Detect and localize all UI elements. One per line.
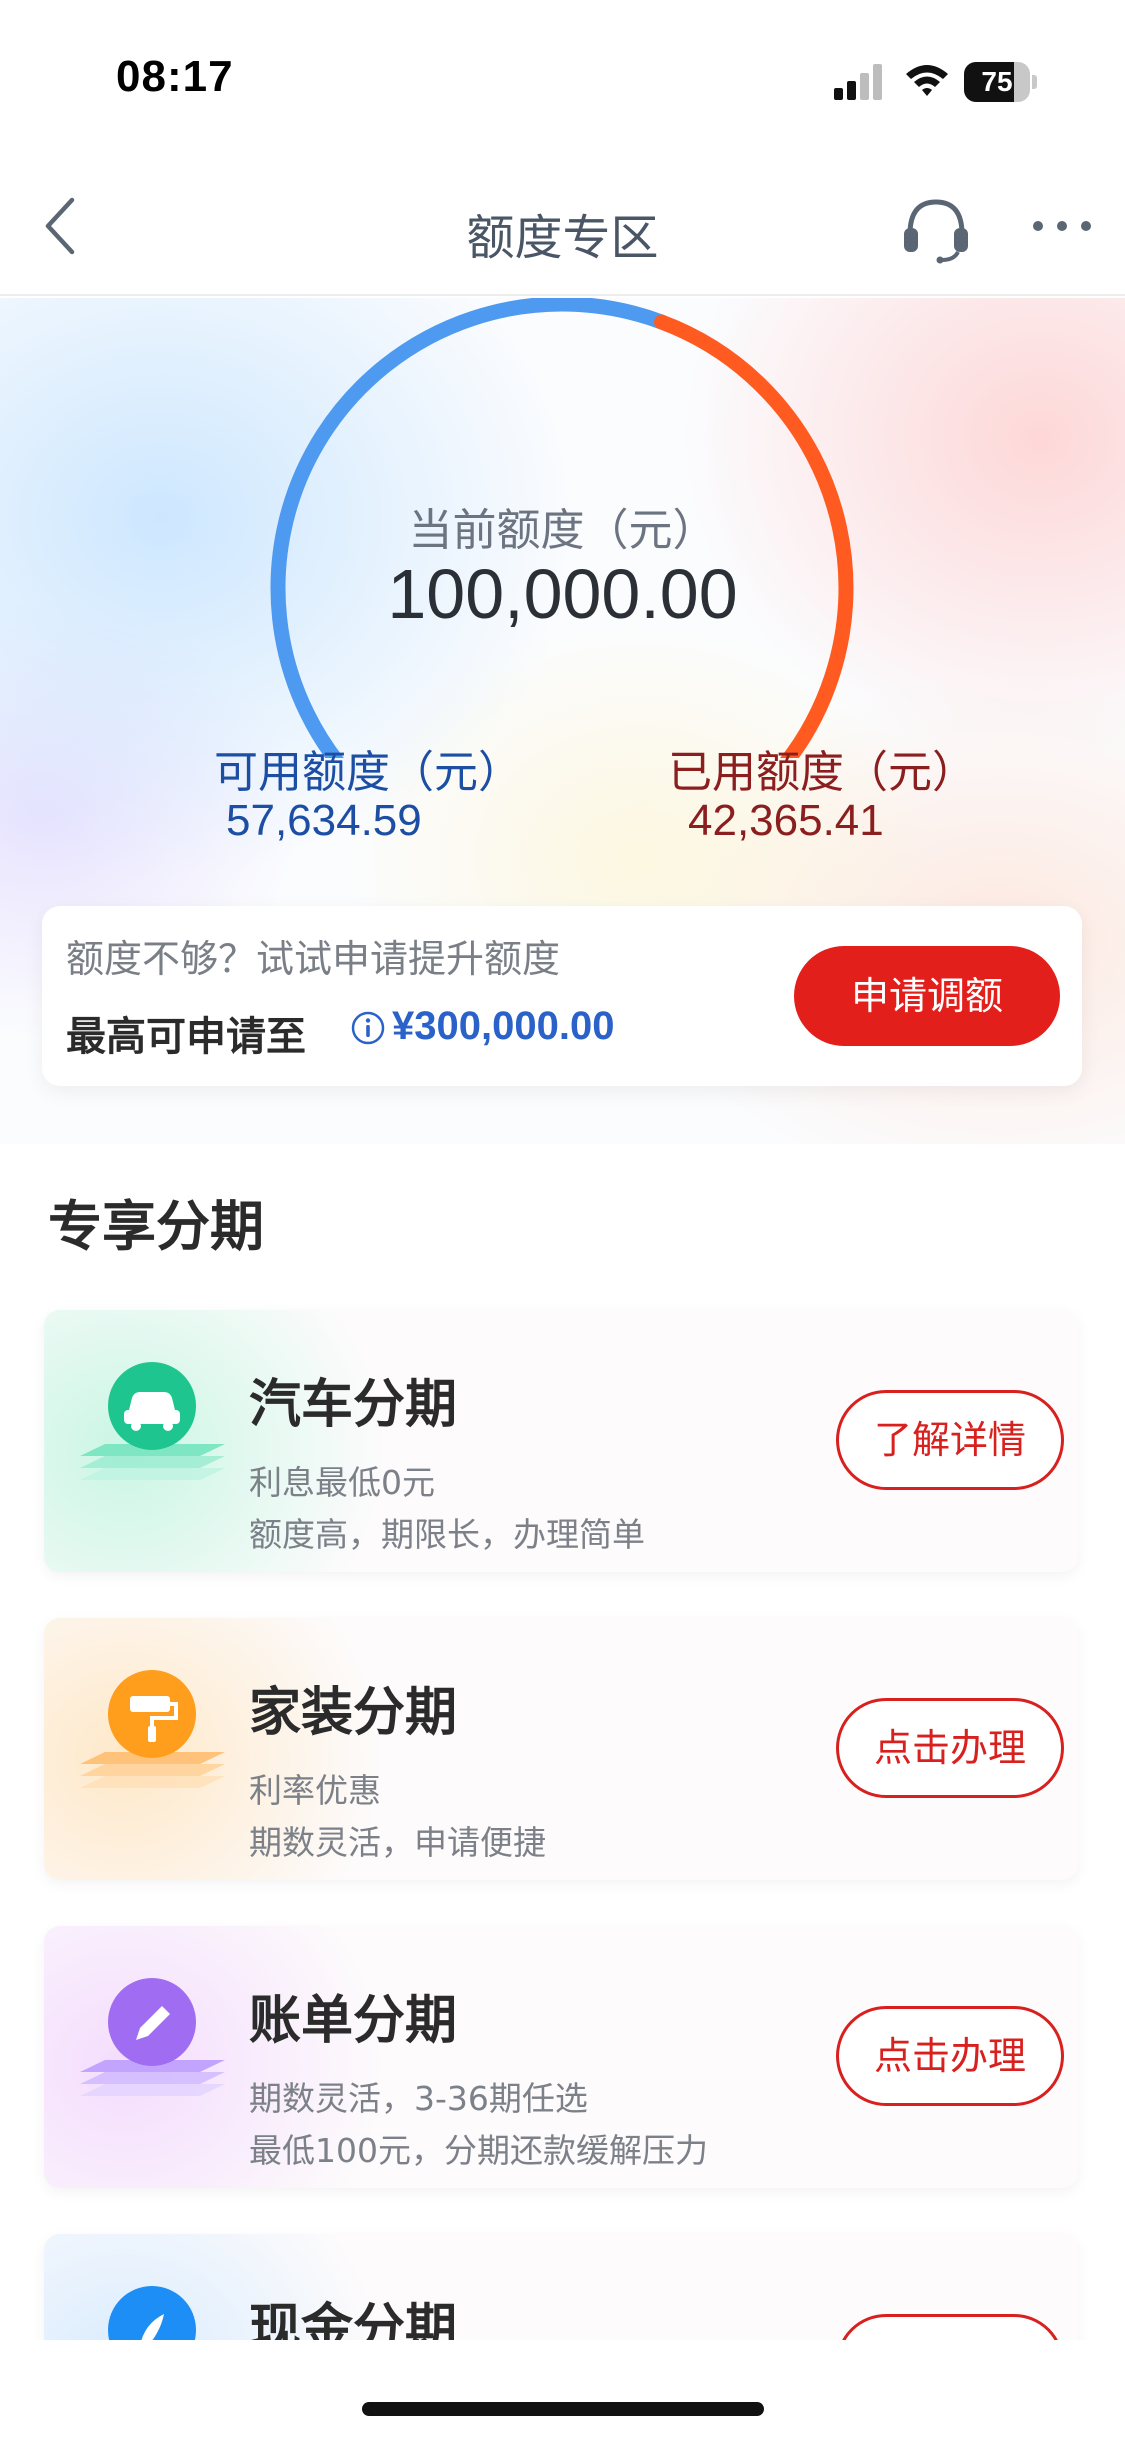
current-limit-value: 100,000.00: [387, 555, 738, 633]
home-indicator[interactable]: [362, 2402, 764, 2416]
headset-icon[interactable]: [896, 194, 976, 264]
status-bar: 08:17 75: [0, 0, 1125, 160]
pen-icon: [80, 1978, 225, 2096]
apply-now-button[interactable]: 点击办理: [836, 1698, 1064, 1798]
learn-more-button[interactable]: 了解详情: [836, 1390, 1064, 1490]
status-time: 08:17: [116, 52, 234, 101]
current-limit-label: 当前额度（元）: [408, 505, 717, 556]
available-limit-label: 可用额度（元）: [214, 747, 522, 798]
product-title: 账单分期: [249, 1991, 458, 2051]
max-limit-amount: ¥300,000.00: [392, 1004, 615, 1048]
product-desc-1: 利率优惠: [249, 1771, 381, 1810]
wifi-icon: [906, 65, 948, 96]
home-indicator-area: [0, 2340, 1125, 2439]
battery-level-text: 75: [981, 66, 1013, 97]
raise-prefix: 最高可申请至: [66, 1014, 306, 1060]
info-icon[interactable]: [350, 1010, 386, 1046]
section-title: 专享分期: [48, 1195, 264, 1258]
signal-icon: [834, 64, 882, 100]
product-desc-1: 期数灵活，3-36期任选: [249, 2079, 588, 2118]
product-title: 汽车分期: [249, 1375, 458, 1435]
product-desc-2: 额度高，期限长，办理简单: [249, 1515, 645, 1554]
available-limit-value: 57,634.59: [226, 796, 422, 845]
product-card-home[interactable]: 家装分期 利率优惠 期数灵活，申请便捷 点击办理: [44, 1618, 1078, 1880]
apply-now-button[interactable]: 点击办理: [836, 2006, 1064, 2106]
product-title: 家装分期: [249, 1683, 458, 1743]
used-limit-value: 42,365.41: [688, 796, 884, 845]
apply-adjust-button[interactable]: 申请调额: [794, 946, 1060, 1046]
more-icon[interactable]: [1030, 214, 1094, 238]
limit-hero: 当前额度（元） 100,000.00 可用额度（元） 57,634.59 已用额…: [0, 298, 1125, 1144]
nav-bar: 额度专区: [0, 160, 1125, 296]
product-desc-1: 利息最低0元: [249, 1463, 435, 1502]
raise-limit-card: 额度不够？试试申请提升额度 最高可申请至 ¥300,000.00 申请调额: [42, 906, 1082, 1086]
product-desc-2: 期数灵活，申请便捷: [249, 1823, 546, 1862]
paint-roller-icon: [80, 1670, 225, 1788]
product-card-car[interactable]: 汽车分期 利息最低0元 额度高，期限长，办理简单 了解详情: [44, 1310, 1078, 1572]
raise-hint: 额度不够？试试申请提升额度: [66, 937, 561, 981]
battery-icon: 75: [964, 62, 1038, 102]
used-limit-label: 已用额度（元）: [668, 747, 976, 798]
car-icon: [80, 1362, 225, 1480]
product-card-bill[interactable]: 账单分期 期数灵活，3-36期任选 最低100元，分期还款缓解压力 点击办理: [44, 1926, 1078, 2188]
product-desc-2: 最低100元，分期还款缓解压力: [249, 2131, 708, 2170]
